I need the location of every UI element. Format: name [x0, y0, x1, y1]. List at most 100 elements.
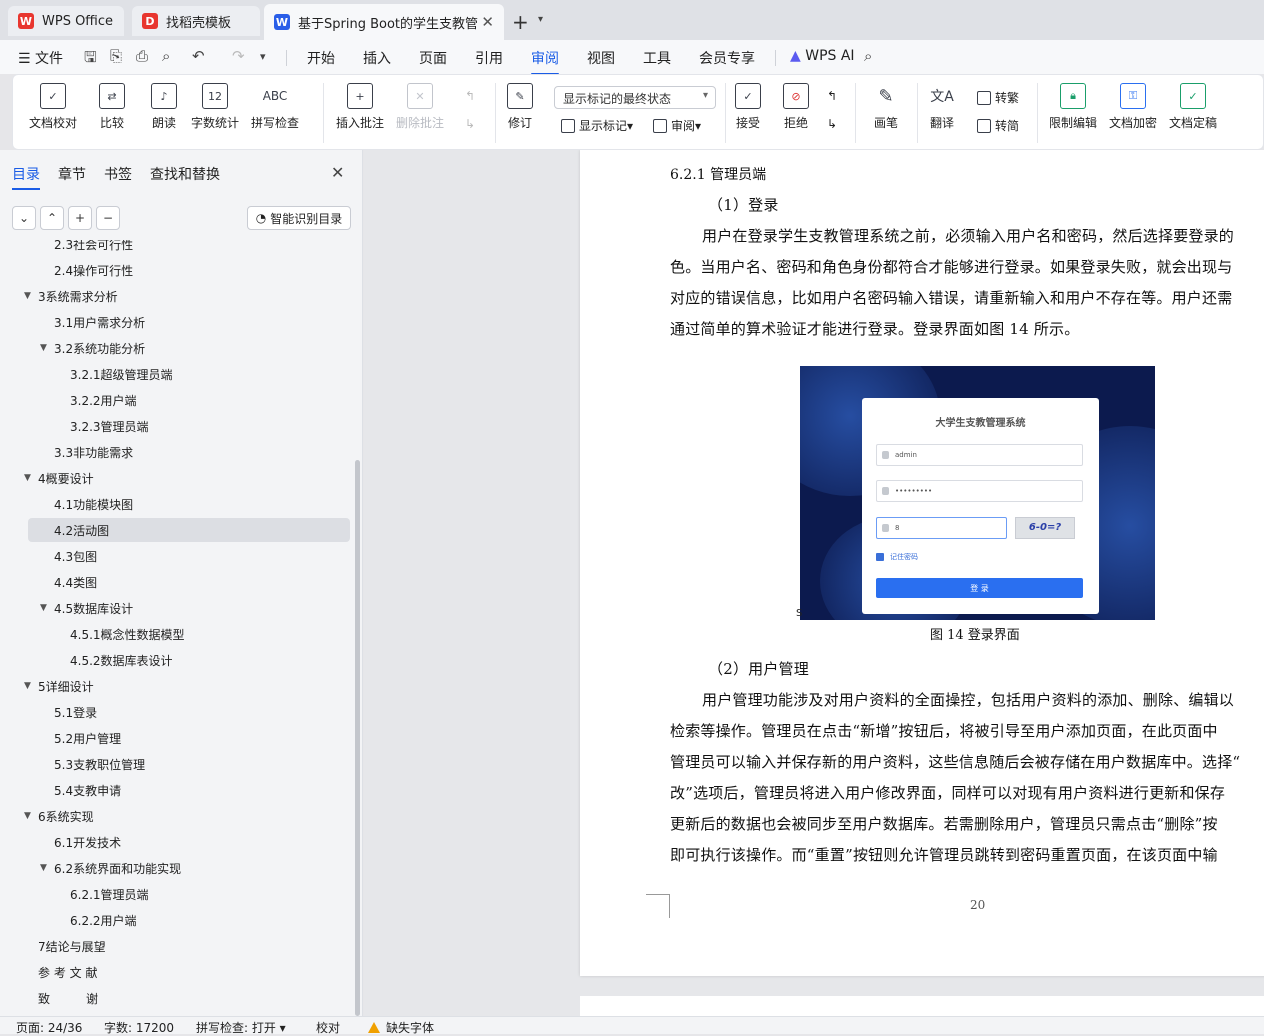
reject-button[interactable]: ⊘ 拒绝 — [783, 83, 809, 131]
toc-item[interactable]: 3.2.3管理员端 — [28, 414, 350, 438]
tab-toc[interactable]: 目录 — [12, 164, 40, 190]
tab-sections[interactable]: 章节 — [58, 164, 86, 184]
review-pane-button[interactable]: 审阅 ▾ — [653, 117, 701, 134]
expand-arrow-icon[interactable]: ▼ — [24, 811, 31, 821]
tab-find-replace[interactable]: 查找和替换 — [150, 164, 220, 184]
translate-button[interactable]: 文A 翻译 — [929, 83, 955, 131]
menu-review[interactable]: 审阅 — [531, 48, 559, 75]
compare-button[interactable]: ⇄ 比较 — [99, 83, 125, 131]
finalize-button[interactable]: ✓ 文档定稿 — [1169, 83, 1217, 131]
show-markup-button[interactable]: 显示标记 ▾ — [561, 117, 633, 134]
to-traditional-button[interactable]: 转繁 — [977, 89, 1019, 106]
missing-font-status[interactable]: 缺失字体 — [368, 1019, 434, 1036]
expand-arrow-icon[interactable]: ▼ — [40, 863, 47, 873]
expand-arrow-icon[interactable]: ▼ — [24, 473, 31, 483]
toc-item[interactable]: 2.4操作可行性 — [28, 258, 350, 282]
toc-item[interactable]: 4.4类图 — [28, 570, 350, 594]
read-aloud-button[interactable]: ♪ 朗读 — [151, 83, 177, 131]
toc-item[interactable]: 4.5.1概念性数据模型 — [28, 622, 350, 646]
collapse-up-button[interactable]: ⌃ — [40, 206, 64, 230]
tab-wps-office[interactable]: W WPS Office — [8, 6, 124, 36]
toc-item[interactable]: 参 考 文 献 — [28, 960, 350, 984]
spell-check-button[interactable]: ABC 拼写检查 — [251, 83, 299, 131]
toc-item[interactable]: ▼ 4概要设计 — [24, 466, 350, 490]
chevron-down-icon[interactable]: ▾ — [538, 14, 543, 25]
toc-item[interactable]: ▼ 3.2系统功能分析 — [28, 336, 350, 360]
word-count-button[interactable]: 12 字数统计 — [191, 83, 239, 131]
add-heading-button[interactable]: + — [68, 206, 92, 230]
search-icon[interactable]: ⌕ — [864, 47, 872, 65]
prev-comment-icon[interactable]: ↰ — [465, 89, 475, 103]
toc-item[interactable]: 5.4支教申请 — [28, 778, 350, 802]
wps-ai-button[interactable]: ▲ WPS AI — [790, 48, 855, 64]
to-simplified-button[interactable]: 转简 — [977, 117, 1019, 134]
toc-item[interactable]: 5.2用户管理 — [28, 726, 350, 750]
expand-arrow-icon[interactable]: ▼ — [24, 291, 31, 301]
markup-mode-select[interactable]: 显示标记的最终状态 ▾ — [554, 86, 716, 109]
toc-item[interactable]: 4.1功能模块图 — [28, 492, 350, 516]
doc-check-button[interactable]: ✓ 文档校对 — [29, 83, 77, 131]
menu-view[interactable]: 视图 — [587, 48, 615, 68]
file-menu[interactable]: ☰ 文件 — [18, 48, 63, 68]
toc-item[interactable]: 6.2.2用户端 — [28, 908, 350, 932]
toc-item[interactable]: 5.1登录 — [28, 700, 350, 724]
sidebar-scrollbar[interactable] — [355, 460, 360, 1016]
toc-item[interactable]: 5.3支教职位管理 — [28, 752, 350, 776]
pen-button[interactable]: ✎ 画笔 — [873, 83, 899, 131]
prev-change-icon[interactable]: ↰ — [827, 89, 837, 103]
delete-comment-button[interactable]: ✕ 删除批注 — [396, 83, 444, 131]
menu-start[interactable]: 开始 — [307, 48, 335, 68]
print-preview-icon[interactable]: ⌕ — [162, 47, 170, 65]
tab-docer[interactable]: D 找稻壳模板 — [132, 6, 260, 36]
close-tab-icon[interactable]: ✕ — [481, 13, 494, 31]
restrict-edit-button[interactable]: 🔒︎ 限制编辑 — [1049, 83, 1097, 131]
toc-item[interactable]: ▼ 5详细设计 — [24, 674, 350, 698]
undo-icon[interactable]: ↶ — [192, 47, 205, 65]
toc-item[interactable]: ▼ 6系统实现 — [24, 804, 350, 828]
toc-item[interactable]: 致 谢 — [28, 986, 350, 1010]
toc-item[interactable]: 7结论与展望 — [28, 934, 350, 958]
smart-toc-button[interactable]: ◔ 智能识别目录 — [247, 206, 351, 230]
tab-document[interactable]: W 基于Spring Boot的学生支教管 ✕ — [264, 4, 504, 40]
toc-item[interactable]: 3.3非功能需求 — [28, 440, 350, 464]
encrypt-button[interactable]: ⚿ 文档加密 — [1109, 83, 1157, 131]
menu-reference[interactable]: 引用 — [475, 48, 503, 68]
toc-item[interactable]: 2.3社会可行性 — [28, 240, 350, 256]
print-icon[interactable]: ⎙ — [136, 47, 148, 65]
menu-page[interactable]: 页面 — [419, 48, 447, 68]
menu-tools[interactable]: 工具 — [643, 48, 671, 68]
expand-down-button[interactable]: ⌄ — [12, 206, 36, 230]
export-icon[interactable]: ⎘ — [110, 47, 122, 65]
insert-comment-button[interactable]: + 插入批注 — [336, 83, 384, 131]
next-change-icon[interactable]: ↳ — [827, 117, 837, 131]
toc-item[interactable]: 6.1开发技术 — [28, 830, 350, 854]
redo-icon[interactable]: ↷ — [232, 47, 245, 65]
page-indicator[interactable]: 页面: 24/36 — [16, 1019, 82, 1036]
toc-item[interactable]: 3.2.2用户端 — [28, 388, 350, 412]
word-count-status[interactable]: 字数: 17200 — [104, 1019, 174, 1036]
menu-insert[interactable]: 插入 — [363, 48, 391, 68]
toc-item[interactable]: ▼ 6.2系统界面和功能实现 — [28, 856, 350, 880]
new-tab-icon[interactable]: + — [512, 10, 529, 34]
tab-bookmarks[interactable]: 书签 — [104, 164, 132, 184]
toc-item[interactable]: ▼ 4.5数据库设计 — [28, 596, 350, 620]
save-icon[interactable]: 🖫 — [84, 47, 97, 72]
expand-arrow-icon[interactable]: ▼ — [40, 603, 47, 613]
toc-item[interactable]: ▼ 3系统需求分析 — [24, 284, 350, 308]
close-icon[interactable]: ✕ — [331, 163, 344, 182]
revise-button[interactable]: ✎ 修订 — [507, 83, 533, 131]
accept-button[interactable]: ✓ 接受 — [735, 83, 761, 131]
toc-item[interactable]: 4.3包图 — [28, 544, 350, 568]
menu-membership[interactable]: 会员专享 — [699, 48, 755, 68]
toc-item[interactable]: 6.2.1管理员端 — [28, 882, 350, 906]
expand-arrow-icon[interactable]: ▼ — [40, 343, 47, 353]
spell-check-status[interactable]: 拼写检查: 打开 ▾ — [196, 1019, 286, 1036]
remove-heading-button[interactable]: − — [96, 206, 120, 230]
toc-item[interactable]: 4.2活动图 — [28, 518, 350, 542]
expand-arrow-icon[interactable]: ▼ — [24, 681, 31, 691]
toc-item[interactable]: 3.2.1超级管理员端 — [28, 362, 350, 386]
toc-item[interactable]: 3.1用户需求分析 — [28, 310, 350, 334]
chevron-down-icon[interactable]: ▾ — [260, 50, 266, 63]
next-comment-icon[interactable]: ↳ — [465, 117, 475, 131]
proofread-status[interactable]: 校对 — [316, 1019, 340, 1036]
